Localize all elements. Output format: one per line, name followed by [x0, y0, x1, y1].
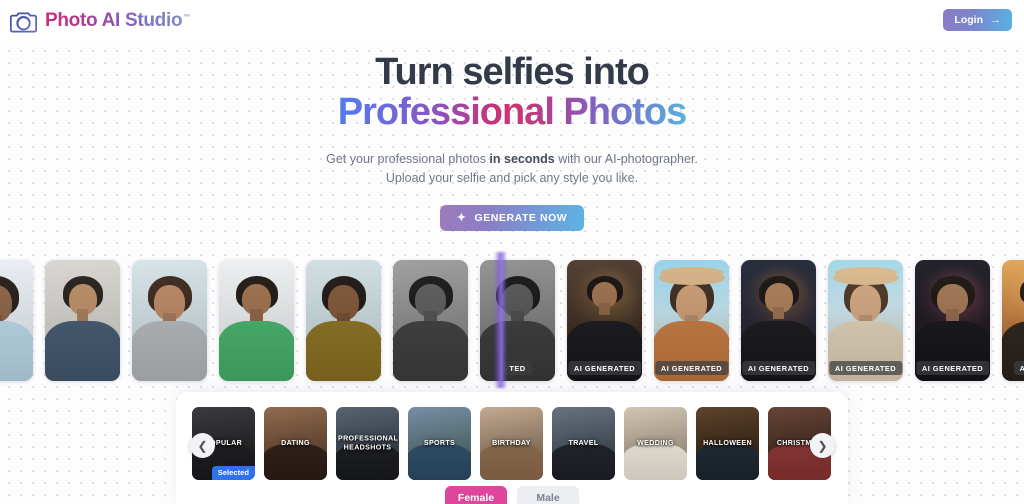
portrait-artwork: [132, 260, 207, 381]
brand-logo[interactable]: Photo AI Studio™: [10, 5, 190, 37]
selected-badge: Selected: [211, 465, 255, 480]
showcase-photo-card[interactable]: AI GENERATED: [828, 260, 903, 381]
style-selector-panel: POPULAR Selected DATING PROFESSIONAL HEADSH…: [176, 392, 848, 504]
ai-generated-badge: AI GENERATED: [828, 361, 903, 375]
style-card-label: TRAVEL: [568, 438, 599, 447]
chevron-left-icon: ❮: [197, 438, 208, 453]
hero-section: Turn selfies into Professional Photos Ge…: [0, 51, 1024, 232]
headline-line-1: Turn selfies into: [375, 51, 650, 93]
showcase-photo-card[interactable]: [219, 260, 294, 381]
showcase-photo-card[interactable]: AI GENERATED: [567, 260, 642, 381]
subtitle-line-2: Upload your selfie and pick any style yo…: [385, 170, 639, 185]
style-carousel-prev-button[interactable]: ❮: [190, 433, 215, 458]
showcase-photo-card[interactable]: AI GENERATED: [654, 260, 729, 381]
ai-generated-badge: TED: [503, 361, 532, 375]
style-card-birthday[interactable]: BIRTHDAY: [480, 407, 543, 480]
portrait-shading: [393, 260, 468, 381]
photo-showcase-strip[interactable]: TED AI GENERATED AI GENERATED AI GENERATED A…: [0, 259, 1024, 382]
style-card-travel[interactable]: TRAVEL: [552, 407, 615, 480]
magic-wand-icon: ✦: [456, 211, 467, 224]
showcase-photo-card[interactable]: AI GENER: [1002, 260, 1024, 381]
style-card-label: PROFESSIONAL HEADSHOTS: [338, 433, 399, 452]
brand-name: Photo AI Studio™: [45, 10, 190, 31]
gender-female-button[interactable]: Female: [445, 486, 507, 504]
portrait-shading: [306, 260, 381, 381]
camera-aperture-icon: [10, 12, 37, 33]
trademark-symbol: ™: [183, 13, 190, 21]
style-card-wedding[interactable]: WEDDING: [624, 407, 687, 480]
showcase-photo-card[interactable]: [393, 260, 468, 381]
login-label: Login: [954, 14, 983, 26]
style-card-label: WEDDING: [637, 438, 674, 447]
subtitle-part-1: Get your professional photos: [326, 151, 490, 166]
style-carousel-next-button[interactable]: ❯: [810, 433, 835, 458]
showcase-photo-card[interactable]: TED: [480, 260, 555, 381]
hero-subtitle: Get your professional photos in seconds …: [0, 150, 1024, 189]
showcase-photo-card[interactable]: [0, 260, 33, 381]
style-card-label: BIRTHDAY: [492, 438, 531, 447]
portrait-artwork: [219, 260, 294, 381]
portrait-artwork: [45, 260, 120, 381]
ai-generated-badge: AI GENER: [1013, 361, 1024, 375]
subtitle-emphasis: in seconds: [489, 151, 555, 166]
site-header: Photo AI Studio™ Login →: [0, 0, 1024, 42]
style-card-label: DATING: [281, 438, 310, 447]
subtitle-part-2: with our AI-photographer.: [554, 151, 698, 166]
ai-generated-badge: AI GENERATED: [654, 361, 729, 375]
arrow-right-icon: →: [990, 13, 1001, 26]
style-card-sports[interactable]: SPORTS: [408, 407, 471, 480]
gender-selector[interactable]: Female Male: [176, 486, 848, 504]
ai-generated-badge: AI GENERATED: [567, 361, 642, 375]
generate-now-button[interactable]: ✦ GENERATE NOW: [439, 205, 585, 232]
portrait-artwork: [393, 260, 468, 381]
ai-generated-badge: AI GENERATED: [741, 361, 816, 375]
gender-male-button[interactable]: Male: [517, 486, 579, 504]
style-card-label: HALLOWEEN: [703, 438, 752, 447]
chevron-right-icon: ❯: [817, 438, 828, 453]
style-card-label: SPORTS: [423, 438, 456, 447]
portrait-shading: [219, 260, 294, 381]
ai-generated-badge: AI GENERATED: [915, 361, 990, 375]
generate-now-label: GENERATE NOW: [474, 212, 568, 225]
showcase-photo-card[interactable]: [132, 260, 207, 381]
showcase-photo-card[interactable]: [306, 260, 381, 381]
style-card-dating[interactable]: DATING: [264, 407, 327, 480]
showcase-photo-card[interactable]: [45, 260, 120, 381]
showcase-photo-card[interactable]: AI GENERATED: [915, 260, 990, 381]
login-button[interactable]: Login →: [943, 9, 1012, 31]
headline-line-2: Professional Photos: [334, 92, 690, 133]
headline-line-2-wrapper: Professional Photos: [0, 92, 1024, 133]
portrait-shading: [0, 260, 33, 381]
showcase-photo-card[interactable]: AI GENERATED: [741, 260, 816, 381]
portrait-artwork: [0, 260, 33, 381]
portrait-shading: [132, 260, 207, 381]
style-card-halloween[interactable]: HALLOWEEN: [696, 407, 759, 480]
style-carousel[interactable]: POPULAR Selected DATING PROFESSIONAL HEADSH…: [192, 407, 831, 480]
style-card-professional-headshots[interactable]: PROFESSIONAL HEADSHOTS: [336, 407, 399, 480]
portrait-shading: [45, 260, 120, 381]
portrait-artwork: [306, 260, 381, 381]
